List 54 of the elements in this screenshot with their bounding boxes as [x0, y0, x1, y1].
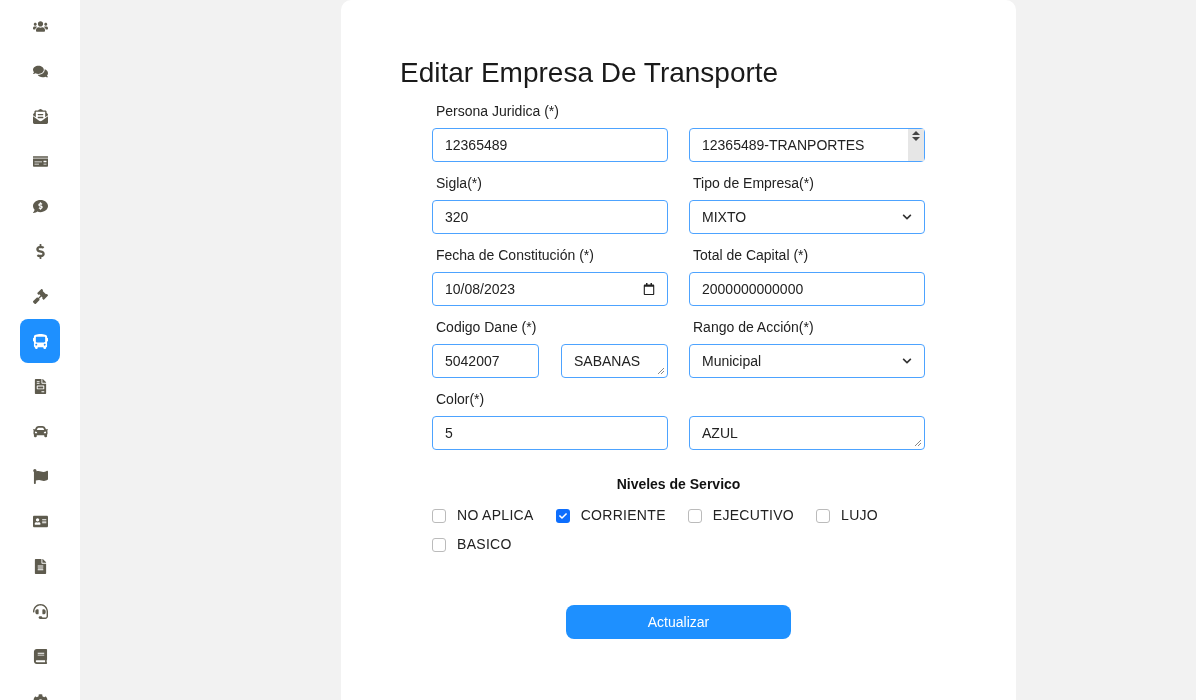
flag-icon	[32, 468, 48, 484]
up-down-arrows-icon	[912, 131, 920, 141]
resize-grip-icon	[914, 439, 922, 447]
dropdown-select[interactable]: Municipal	[689, 344, 925, 378]
checkbox[interactable]	[432, 537, 446, 552]
users-icon	[32, 18, 48, 34]
car-icon	[32, 423, 48, 439]
field-label: Sigla(*)	[436, 174, 482, 193]
field-label: Tipo de Empresa(*)	[693, 174, 814, 193]
file-icon	[32, 558, 48, 574]
chat-bubbles-icon	[32, 63, 48, 79]
text-input-field[interactable]: 5042007	[432, 344, 539, 378]
field-label: Total de Capital (*)	[693, 246, 809, 265]
section-heading: Niveles de Servico	[616, 475, 741, 494]
checkbox-label: EJECUTIVO	[712, 506, 795, 525]
text-area-field[interactable]: SABANAS	[561, 344, 668, 378]
text-area-field[interactable]: AZUL	[689, 416, 925, 450]
id-card-icon	[32, 513, 48, 529]
gavel-icon	[32, 288, 48, 304]
document-icon	[32, 378, 48, 394]
sidebar-item[interactable]	[20, 319, 60, 363]
calendar-icon	[643, 283, 655, 295]
checkbox[interactable]	[555, 508, 570, 523]
date-input-field[interactable]: 10/08/2023	[432, 272, 668, 306]
money-check-icon	[32, 153, 48, 169]
field-label: Color(*)	[436, 390, 485, 409]
bus-icon	[32, 333, 48, 349]
envelope-icon	[32, 108, 48, 124]
field-label: Codigo Dane (*)	[436, 318, 537, 337]
checkbox-label: NO APLICA	[457, 506, 534, 525]
resize-grip-icon	[657, 367, 665, 375]
chevron-down-icon	[902, 356, 912, 366]
book-icon	[32, 648, 48, 664]
checkbox-label: BASICO	[457, 535, 512, 554]
text-input-field[interactable]: 320	[432, 200, 668, 234]
field-label: Persona Juridica (*)	[436, 102, 559, 121]
page-title: Editar Empresa De Transporte	[400, 56, 780, 90]
checkbox[interactable]	[432, 508, 446, 523]
checkbox-label: LUJO	[841, 506, 879, 525]
headset-icon	[32, 603, 48, 619]
number-text-field[interactable]: 12365489-TRANPORTES	[689, 128, 925, 162]
text-input-field[interactable]: 5	[432, 416, 668, 450]
text-input-field[interactable]: 12365489	[432, 128, 668, 162]
field-label: Rango de Acción(*)	[693, 318, 814, 337]
check-icon	[558, 511, 567, 520]
checkbox[interactable]	[687, 508, 702, 523]
spinner-control[interactable]	[908, 129, 924, 161]
checkbox[interactable]	[816, 508, 831, 523]
dropdown-select[interactable]: MIXTO	[689, 200, 925, 234]
checkbox-label: CORRIENTE	[580, 506, 666, 525]
text-input-field[interactable]: 2000000000000	[689, 272, 925, 306]
chevron-down-icon	[902, 212, 912, 222]
field-label: Fecha de Constitución (*)	[436, 246, 594, 265]
dollar-bubble-icon	[32, 198, 48, 214]
